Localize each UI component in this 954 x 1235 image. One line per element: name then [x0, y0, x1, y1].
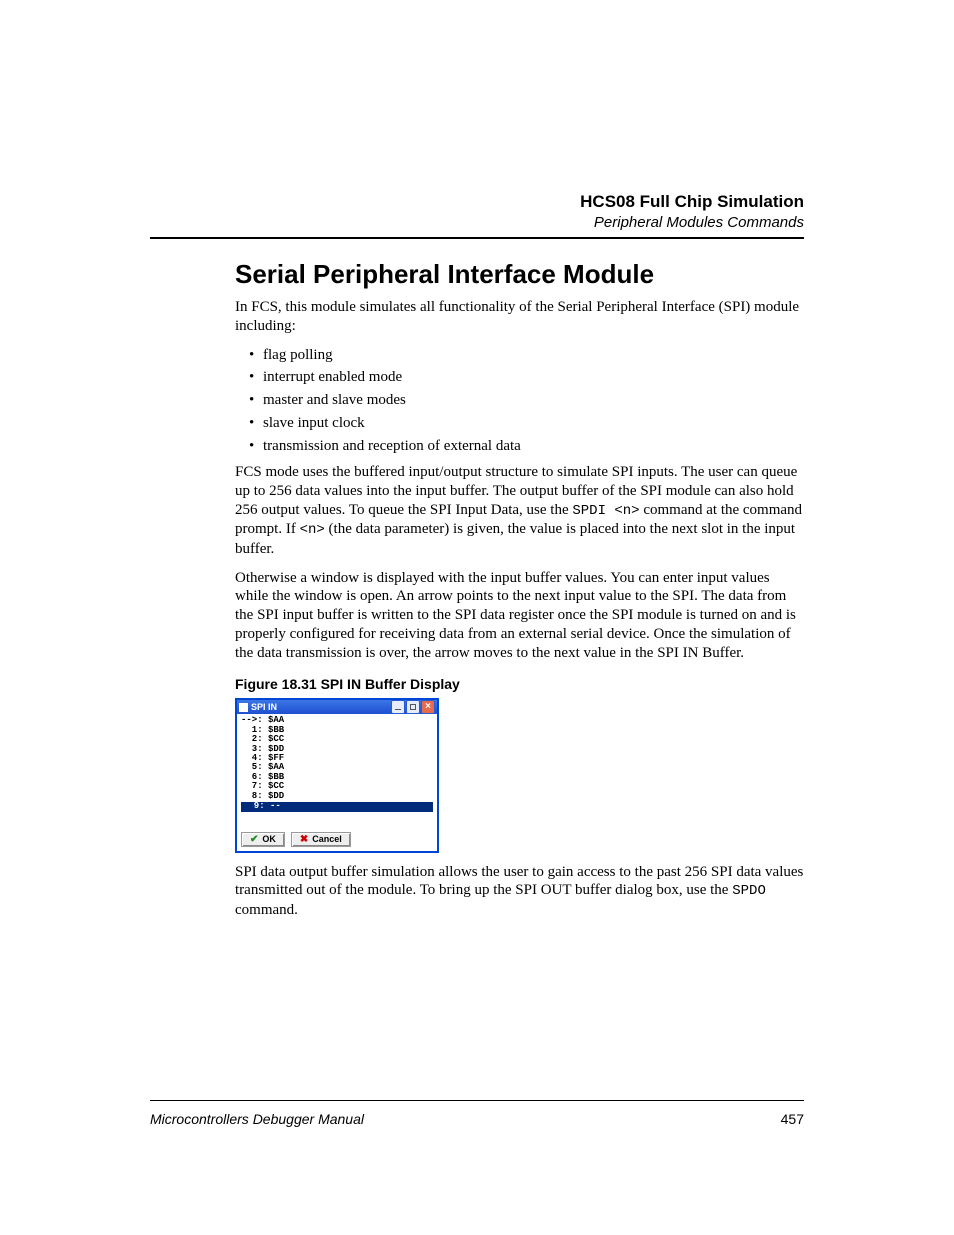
ok-button[interactable]: ✔ OK [241, 832, 285, 847]
code-spdo: SPDO [732, 883, 766, 899]
cancel-button[interactable]: ✖ Cancel [291, 832, 351, 847]
ok-label: OK [262, 834, 276, 844]
dialog-titlebar[interactable]: SPI IN [237, 700, 437, 714]
app-icon [239, 703, 248, 712]
dialog-title: SPI IN [251, 702, 277, 712]
buffer-row-selected[interactable]: 9: -- [241, 802, 433, 811]
paragraph-spdo: SPI data output buffer simulation allows… [235, 863, 804, 920]
spi-in-dialog: SPI IN -->: $AA 1: $BB 2: $CC 3: $DD 4: … [235, 698, 439, 852]
list-item: master and slave modes [249, 391, 804, 410]
code-n: <n> [300, 522, 325, 538]
footer-rule [150, 1100, 804, 1101]
close-icon[interactable] [421, 700, 435, 714]
header-title: HCS08 Full Chip Simulation [150, 192, 804, 212]
buffer-row: 8: $DD [241, 792, 433, 801]
header-subtitle: Peripheral Modules Commands [150, 214, 804, 231]
section-heading: Serial Peripheral Interface Module [235, 259, 804, 290]
intro-paragraph: In FCS, this module simulates all functi… [235, 298, 804, 336]
minimize-icon[interactable] [391, 700, 405, 714]
header-rule [150, 237, 804, 239]
feature-list: flag polling interrupt enabled mode mast… [249, 346, 804, 456]
figure-caption: Figure 18.31 SPI IN Buffer Display [235, 676, 804, 692]
list-item: transmission and reception of external d… [249, 437, 804, 456]
paragraph-spdi: FCS mode uses the buffered input/output … [235, 463, 804, 558]
paragraph-window: Otherwise a window is displayed with the… [235, 569, 804, 663]
list-item: interrupt enabled mode [249, 368, 804, 387]
x-icon: ✖ [300, 834, 308, 845]
list-item: slave input clock [249, 414, 804, 433]
page-number: 457 [781, 1111, 804, 1127]
cancel-label: Cancel [312, 834, 342, 844]
check-icon: ✔ [250, 834, 258, 845]
list-item: flag polling [249, 346, 804, 365]
maximize-icon[interactable] [406, 700, 420, 714]
dialog-list: -->: $AA 1: $BB 2: $CC 3: $DD 4: $FF 5: … [237, 714, 437, 811]
footer-manual-title: Microcontrollers Debugger Manual [150, 1111, 364, 1127]
code-spdi: SPDI <n> [572, 503, 639, 519]
